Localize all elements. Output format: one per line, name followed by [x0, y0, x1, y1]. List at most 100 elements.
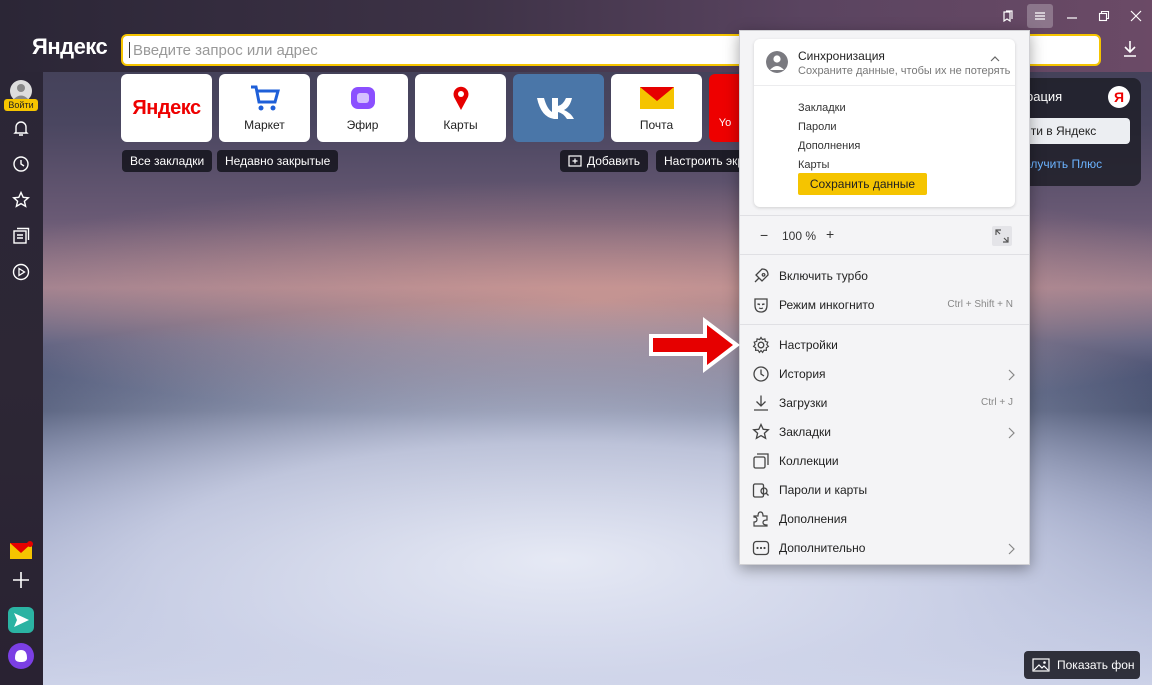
- customize-screen-button[interactable]: Настроить экр: [656, 150, 740, 172]
- efir-icon: [350, 87, 375, 109]
- close-icon[interactable]: [1120, 4, 1152, 28]
- incognito-mask-icon: [752, 296, 770, 314]
- menu-item-bookmarks[interactable]: Закладки: [740, 418, 1029, 446]
- menu-icon[interactable]: [1027, 4, 1053, 28]
- recently-closed-button[interactable]: Недавно закрытые: [217, 150, 339, 172]
- yandex-tile-logo-text: Яндекс: [132, 96, 201, 119]
- speed-dial: Яндекс Маркет Эфир Карты Почта Yo: [121, 74, 741, 142]
- menu-item-settings[interactable]: Настройки: [740, 331, 1029, 359]
- menu-item-passwords-cards[interactable]: Пароли и карты: [740, 476, 1029, 504]
- shortcut-label: Ctrl + J: [981, 397, 1013, 408]
- menu-item-label: Режим инкогнито: [779, 298, 875, 312]
- get-plus-link[interactable]: олучить Плюс: [1024, 157, 1102, 171]
- minimize-icon[interactable]: [1056, 4, 1088, 28]
- tile-yandex[interactable]: Яндекс: [121, 74, 212, 142]
- show-background-button[interactable]: Показать фон: [1024, 651, 1140, 679]
- chevron-up-icon[interactable]: [990, 51, 1000, 62]
- tile-market[interactable]: Маркет: [219, 74, 310, 142]
- login-yandex-button[interactable]: йти в Яндекс: [1014, 118, 1130, 144]
- sync-item-extensions: Дополнения: [798, 140, 861, 152]
- sync-item-cards: Карты: [798, 159, 830, 171]
- download-icon: [752, 394, 770, 412]
- red-arrow-annotation: [647, 314, 743, 376]
- sync-card: Синхронизация Сохраните данные, чтобы их…: [754, 39, 1015, 207]
- tile-label: Маркет: [244, 118, 285, 132]
- all-bookmarks-button[interactable]: Все закладки: [122, 150, 213, 172]
- menu-item-downloads[interactable]: Загрузки Ctrl + J: [740, 389, 1029, 417]
- menu-item-label: Дополнительно: [779, 541, 866, 555]
- sync-item-passwords: Пароли: [798, 121, 837, 133]
- chevron-right-icon: [1007, 542, 1015, 555]
- login-badge[interactable]: Войти: [4, 99, 38, 111]
- alice-icon[interactable]: [8, 643, 34, 669]
- add-icon[interactable]: [8, 567, 34, 593]
- tile-youtube[interactable]: Yo: [709, 74, 741, 142]
- zoom-out-button[interactable]: −: [760, 227, 768, 243]
- puzzle-icon: [752, 510, 770, 528]
- divider: [740, 324, 1029, 325]
- more-dots-icon: [752, 539, 770, 557]
- menu-item-label: Пароли и карты: [779, 483, 868, 497]
- show-background-label: Показать фон: [1057, 658, 1135, 672]
- browser-menu: Синхронизация Сохраните данные, чтобы их…: [739, 30, 1030, 565]
- messenger-icon[interactable]: [8, 607, 34, 633]
- menu-item-collections[interactable]: Коллекции: [740, 447, 1029, 475]
- bell-icon[interactable]: [11, 118, 31, 138]
- fullscreen-icon[interactable]: [992, 226, 1012, 246]
- collections-icon[interactable]: [992, 4, 1024, 28]
- add-label: Добавить: [587, 154, 641, 168]
- video-icon[interactable]: [11, 262, 31, 282]
- save-data-button[interactable]: Сохранить данные: [798, 173, 927, 195]
- mail-tile-icon: [639, 87, 674, 109]
- chevron-right-icon: [1007, 426, 1015, 439]
- menu-item-incognito[interactable]: Режим инкогнито Ctrl + Shift + N: [740, 291, 1029, 319]
- menu-item-turbo[interactable]: Включить турбо: [740, 262, 1029, 290]
- tile-efir[interactable]: Эфир: [317, 74, 408, 142]
- menu-item-history[interactable]: История: [740, 360, 1029, 388]
- star-icon: [752, 422, 770, 441]
- history-icon[interactable]: [11, 154, 31, 174]
- menu-item-more[interactable]: Дополнительно: [740, 534, 1029, 562]
- divider: [754, 85, 1015, 86]
- sync-subtitle: Сохраните данные, чтобы их не потерять: [798, 65, 1011, 77]
- avatar: [766, 51, 788, 73]
- sync-item-bookmarks: Закладки: [798, 102, 846, 114]
- collections-icon: [752, 452, 770, 470]
- star-icon[interactable]: [11, 190, 31, 210]
- vk-icon: [536, 98, 574, 119]
- zoom-in-button[interactable]: +: [826, 226, 834, 242]
- tile-label: Эфир: [346, 118, 379, 132]
- shortcut-label: Ctrl + Shift + N: [947, 299, 1013, 310]
- menu-item-label: Настройки: [779, 338, 838, 352]
- zoom-control: − 100 % +: [740, 215, 1029, 255]
- mail-icon[interactable]: [8, 538, 34, 564]
- tile-vk[interactable]: [513, 74, 604, 142]
- sync-promo-title: рация: [1026, 89, 1063, 104]
- menu-item-label: Коллекции: [779, 454, 839, 468]
- menu-item-label: Загрузки: [779, 396, 828, 410]
- chevron-right-icon: [1007, 368, 1015, 381]
- menu-item-extensions[interactable]: Дополнения: [740, 505, 1029, 533]
- tile-label: Yo: [718, 117, 732, 129]
- yandex-logo[interactable]: Яндекс: [32, 34, 108, 60]
- rocket-icon: [752, 267, 770, 285]
- image-icon: [1032, 658, 1050, 672]
- sidebar: Войти: [0, 72, 43, 685]
- downloads-icon[interactable]: [1120, 38, 1140, 60]
- add-tile-button[interactable]: Добавить: [560, 150, 649, 172]
- zoom-value: 100 %: [782, 229, 817, 243]
- cart-icon: [250, 85, 280, 111]
- tile-maps[interactable]: Карты: [415, 74, 506, 142]
- window-controls: [992, 4, 1152, 28]
- history-icon: [752, 365, 770, 383]
- menu-item-label: Включить турбо: [779, 269, 868, 283]
- sync-title: Синхронизация: [798, 49, 885, 63]
- restore-icon[interactable]: [1088, 4, 1120, 28]
- tile-label: Почта: [639, 118, 674, 132]
- menu-item-label: Закладки: [779, 425, 831, 439]
- tile-mail[interactable]: Почта: [611, 74, 702, 142]
- key-card-icon: [752, 481, 770, 499]
- zen-icon[interactable]: [11, 226, 31, 246]
- gear-icon: [752, 336, 770, 354]
- yandex-tile-logo: Яндекс: [132, 96, 201, 120]
